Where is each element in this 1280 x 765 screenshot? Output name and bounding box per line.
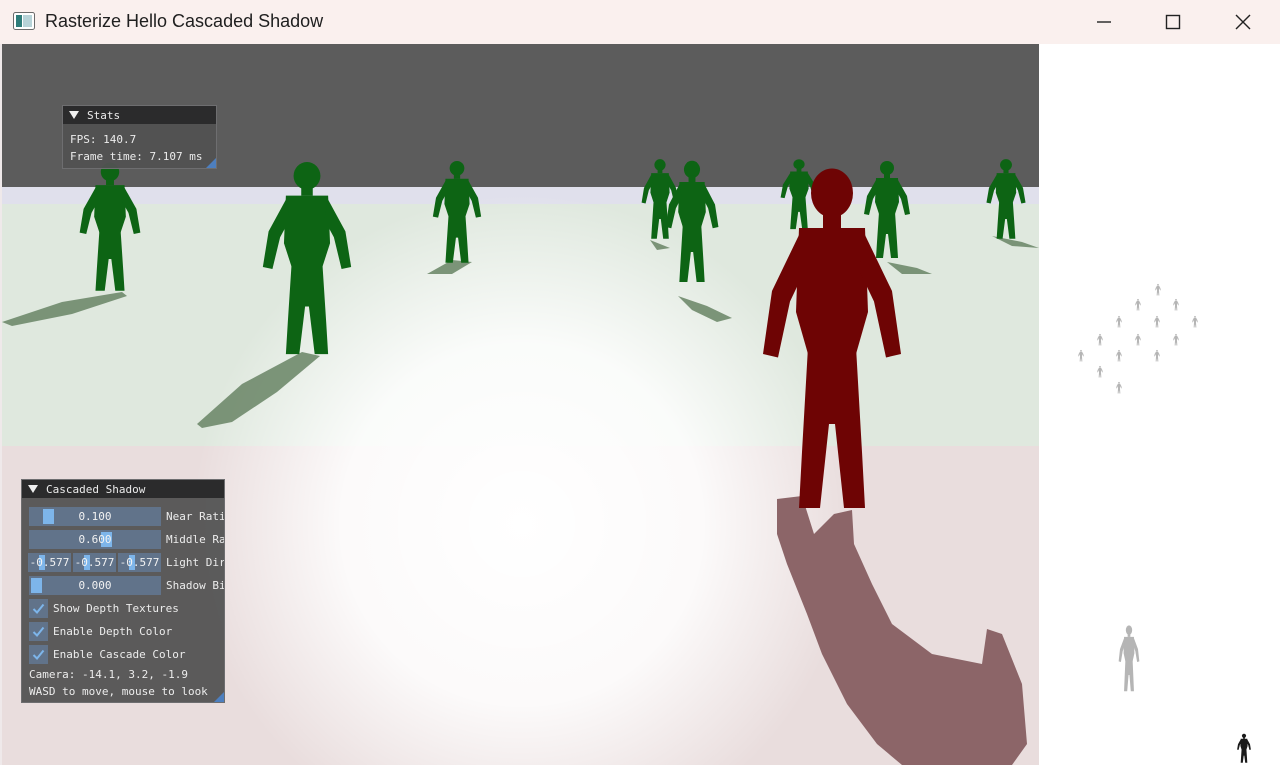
depth-textures — [1078, 283, 1251, 763]
shadow-bias-slider[interactable]: 0.000 — [29, 576, 161, 595]
window-title: Rasterize Hello Cascaded Shadow — [45, 11, 324, 31]
depth-figures — [1078, 283, 1198, 692]
resize-grip-icon[interactable] — [214, 692, 224, 702]
shadow-bias-value: 0.000 — [78, 579, 112, 592]
app-icon — [13, 12, 35, 30]
stats-window[interactable]: Stats FPS: 140.7 Frame time: 7.107 ms — [62, 105, 217, 169]
middle-ratio-value: 0.600 — [78, 533, 112, 546]
near-ratio-slider[interactable]: 0.100 — [29, 507, 161, 526]
enable-cascade-color-checkbox[interactable] — [29, 645, 48, 664]
enable-depth-color-row[interactable]: Enable Depth Color — [29, 622, 219, 641]
resize-grip-icon[interactable] — [206, 158, 216, 168]
light-dir-x-field[interactable]: -0.577 — [28, 553, 71, 572]
enable-depth-color-label: Enable Depth Color — [53, 625, 173, 638]
collapse-arrow-icon[interactable] — [28, 485, 38, 493]
middle-ratio-label: Middle Ratio — [166, 533, 225, 546]
controls-hint-text: WASD to move, mouse to look — [29, 685, 208, 698]
title-bar[interactable]: Rasterize Hello Cascaded Shadow — [0, 0, 1280, 44]
cascaded-shadow-window[interactable]: Cascaded Shadow 0.100 Near Ratio 0.600 M… — [21, 479, 225, 703]
depth-figure-dark — [1237, 733, 1251, 763]
stats-title: Stats — [87, 108, 121, 122]
frame-time-text: Frame time: 7.107 ms — [70, 150, 203, 163]
show-depth-textures-row[interactable]: Show Depth Textures — [29, 599, 219, 618]
checkmark-icon — [32, 649, 45, 660]
minimize-button[interactable] — [1070, 0, 1138, 44]
app-window: Rasterize Hello Cascaded Shadow Stats FP… — [0, 0, 1280, 765]
light-dir-label: Light Dir — [166, 556, 225, 569]
light-dir-z-value: -0.577 — [119, 556, 160, 569]
light-dir-x-value: -0.577 — [29, 556, 70, 569]
middle-ratio-slider[interactable]: 0.600 — [29, 530, 161, 549]
cascaded-shadow-header[interactable]: Cascaded Shadow — [22, 480, 224, 498]
camera-text: Camera: -14.1, 3.2, -1.9 — [29, 668, 188, 681]
enable-cascade-color-label: Enable Cascade Color — [53, 648, 186, 661]
collapse-arrow-icon[interactable] — [69, 111, 79, 119]
cascaded-shadow-title: Cascaded Shadow — [46, 482, 146, 496]
stats-header[interactable]: Stats — [63, 106, 216, 124]
maximize-button[interactable] — [1139, 0, 1207, 44]
minimize-icon — [1097, 21, 1111, 23]
show-depth-textures-label: Show Depth Textures — [53, 602, 179, 615]
shadow-bias-label: Shadow Bias — [166, 579, 225, 592]
light-dir-z-field[interactable]: -0.577 — [118, 553, 161, 572]
fps-text: FPS: 140.7 — [70, 133, 137, 146]
depth-texture-panel — [1039, 44, 1280, 765]
near-ratio-row: 0.100 Near Ratio — [29, 507, 225, 526]
light-dir-y-value: -0.577 — [74, 556, 115, 569]
shadow-bias-row: 0.000 Shadow Bias — [29, 576, 225, 595]
middle-ratio-row: 0.600 Middle Ratio — [29, 530, 225, 549]
close-button[interactable] — [1209, 0, 1277, 44]
light-dir-row: -0.577 -0.577 -0.577 Light Dir — [28, 553, 225, 572]
checkmark-icon — [32, 603, 45, 614]
enable-cascade-color-row[interactable]: Enable Cascade Color — [29, 645, 219, 664]
checkmark-icon — [32, 626, 45, 637]
near-ratio-value: 0.100 — [78, 510, 112, 523]
maximize-icon — [1165, 14, 1181, 30]
light-dir-y-field[interactable]: -0.577 — [73, 553, 116, 572]
close-icon — [1235, 14, 1251, 30]
near-ratio-label: Near Ratio — [166, 510, 225, 523]
enable-depth-color-checkbox[interactable] — [29, 622, 48, 641]
show-depth-textures-checkbox[interactable] — [29, 599, 48, 618]
